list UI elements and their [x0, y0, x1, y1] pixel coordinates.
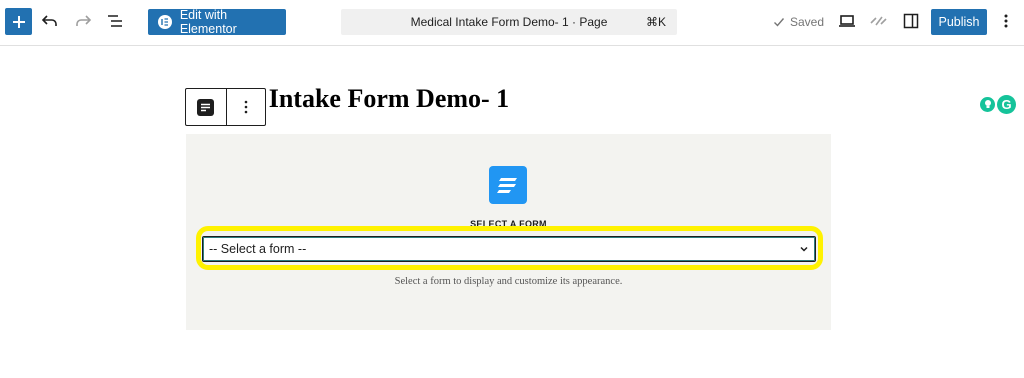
saved-label: Saved [790, 15, 825, 29]
form-help-text: Select a form to display and customize i… [394, 276, 623, 287]
form-block-icon [197, 98, 215, 116]
redo-button[interactable] [73, 11, 93, 31]
publish-button[interactable]: Publish [931, 9, 987, 35]
fluent-form-block[interactable]: SELECT A FORM -- Select a form -- Select… [186, 134, 831, 330]
redo-icon [76, 15, 92, 26]
grammarly-widget[interactable]: G [980, 93, 1024, 115]
jetpack-button[interactable] [869, 11, 889, 31]
more-options-button[interactable] [996, 11, 1016, 31]
check-icon [774, 18, 785, 27]
form-select-value: -- Select a form -- [209, 242, 307, 256]
settings-sidebar-button[interactable] [901, 11, 921, 31]
plus-icon [12, 15, 25, 28]
editor-page: Edit with Elementor Medical Intake Form … [0, 0, 1024, 378]
post-title[interactable]: l Intake Form Demo- 1 [255, 84, 509, 114]
document-overview-button[interactable] [105, 11, 125, 31]
more-vertical-icon [244, 100, 248, 114]
undo-button[interactable] [40, 11, 60, 31]
block-toolbar [185, 88, 266, 126]
block-type-button[interactable] [186, 89, 226, 125]
grammarly-icon: G [997, 94, 1016, 114]
elementor-icon [158, 15, 172, 29]
block-inserter-button[interactable] [5, 8, 32, 35]
settings-sidebar-icon [903, 13, 919, 29]
jetpack-icon [870, 16, 887, 26]
desktop-preview-icon [839, 15, 855, 27]
form-select[interactable]: -- Select a form -- [202, 236, 816, 262]
fluent-forms-icon [489, 166, 527, 204]
undo-icon [41, 15, 57, 26]
elementor-label: Edit with Elementor [179, 8, 237, 36]
saved-status: Saved [773, 15, 824, 29]
more-options-icon [1004, 14, 1008, 28]
document-title: Medical Intake Form Demo- 1 · Page [410, 15, 608, 29]
block-options-button[interactable] [225, 89, 266, 125]
document-overview-icon [108, 15, 122, 27]
document-bar[interactable]: Medical Intake Form Demo- 1 · Page ⌘K [341, 9, 677, 35]
editor-toolbar: Edit with Elementor Medical Intake Form … [0, 0, 1024, 46]
edit-with-elementor-button[interactable]: Edit with Elementor [148, 8, 286, 36]
preview-button[interactable] [837, 11, 857, 31]
lightbulb-icon [980, 96, 995, 112]
command-shortcut: ⌘K [645, 15, 666, 29]
chevron-down-icon [800, 246, 808, 252]
